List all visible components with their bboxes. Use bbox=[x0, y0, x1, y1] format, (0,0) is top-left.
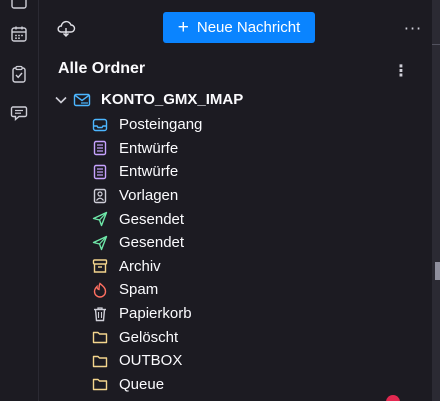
drafts-icon bbox=[91, 139, 109, 157]
folder-name: Entwürfe bbox=[119, 139, 179, 157]
folder-name: Entwürfe bbox=[119, 163, 179, 181]
new-message-button[interactable]: + Neue Nachricht bbox=[163, 12, 315, 43]
sent-icon bbox=[91, 234, 109, 252]
tasks-icon bbox=[12, 65, 26, 83]
folder-tree-menu-button[interactable]: ⋮ bbox=[391, 60, 411, 80]
folder-icon bbox=[91, 375, 109, 393]
folder-item[interactable]: Gesendet bbox=[91, 231, 381, 255]
more-horizontal-icon: ··· bbox=[403, 18, 423, 38]
folder-item[interactable]: Archiv bbox=[91, 255, 381, 279]
folder-pane: + Neue Nachricht ··· Alle Ordner ⋮ KONTO… bbox=[39, 0, 431, 401]
folder-item[interactable]: Posteingang bbox=[91, 113, 381, 137]
plus-icon: + bbox=[177, 17, 189, 38]
folder-item[interactable]: Entwürfe bbox=[91, 137, 381, 161]
folder-name: Gesendet bbox=[119, 210, 185, 228]
folder-item[interactable]: Vorlagen bbox=[91, 184, 381, 208]
folder-name: OUTBOX bbox=[119, 352, 183, 370]
inbox-icon bbox=[91, 116, 109, 134]
archive-icon bbox=[91, 257, 109, 275]
folder-item[interactable]: Queue bbox=[91, 373, 381, 397]
cloud-sync-icon bbox=[57, 20, 76, 37]
trash-icon bbox=[91, 305, 109, 323]
chat-space-button[interactable] bbox=[8, 102, 30, 124]
folder-name: Queue bbox=[119, 375, 165, 393]
pane-header-menu-button[interactable]: ··· bbox=[401, 16, 425, 40]
chat-icon bbox=[10, 106, 28, 122]
pane-divider bbox=[432, 44, 440, 45]
mail-app: + Neue Nachricht ··· Alle Ordner ⋮ KONTO… bbox=[0, 0, 440, 401]
tasks-space-button[interactable] bbox=[8, 63, 30, 85]
folder-name: Gesendet bbox=[119, 234, 185, 252]
folder-name: Posteingang bbox=[119, 116, 203, 134]
folder-item[interactable]: Gelöscht bbox=[91, 325, 381, 349]
spaces-toolbar bbox=[0, 0, 39, 401]
folder-name: Vorlagen bbox=[119, 187, 179, 205]
calendar-icon bbox=[11, 26, 27, 42]
folder-name: Archiv bbox=[119, 257, 161, 275]
folder-name: Gelöscht bbox=[119, 328, 179, 346]
folder-item[interactable]: Papierkorb bbox=[91, 302, 381, 326]
pane-scroll-marker bbox=[435, 262, 440, 280]
message-list-pane-edge bbox=[432, 0, 440, 401]
sent-icon bbox=[91, 210, 109, 228]
new-message-label: Neue Nachricht bbox=[196, 19, 301, 36]
templates-icon bbox=[91, 187, 109, 205]
folder-icon bbox=[91, 328, 109, 346]
folder-name: Spam bbox=[119, 281, 159, 299]
chevron-down-icon[interactable] bbox=[53, 92, 69, 108]
folder-item[interactable]: Gesendet bbox=[91, 207, 381, 231]
calendar-space-button[interactable] bbox=[8, 23, 30, 45]
account-name: KONTO_GMX_IMAP bbox=[101, 91, 244, 108]
folder-item[interactable]: Spam bbox=[91, 278, 381, 302]
account-row[interactable]: KONTO_GMX_IMAP bbox=[53, 89, 383, 111]
mail-icon bbox=[11, 0, 27, 9]
folder-name: Papierkorb bbox=[119, 305, 192, 323]
get-messages-button[interactable] bbox=[55, 17, 77, 39]
folder-item[interactable]: OUTBOX bbox=[91, 349, 381, 373]
spam-icon bbox=[91, 281, 109, 299]
mail-account-icon bbox=[73, 93, 91, 107]
more-vertical-icon: ⋮ bbox=[393, 60, 409, 80]
folder-icon bbox=[91, 352, 109, 370]
folder-tree-title: Alle Ordner bbox=[58, 60, 146, 77]
mail-space-button[interactable] bbox=[8, 0, 30, 14]
drafts-icon bbox=[91, 163, 109, 181]
folder-pane-header: + Neue Nachricht ··· bbox=[39, 0, 431, 50]
folder-item[interactable]: Entwürfe bbox=[91, 160, 381, 184]
folder-list: Posteingang Entwürfe Entwürfe Vorlagen Gesen… bbox=[91, 113, 381, 396]
